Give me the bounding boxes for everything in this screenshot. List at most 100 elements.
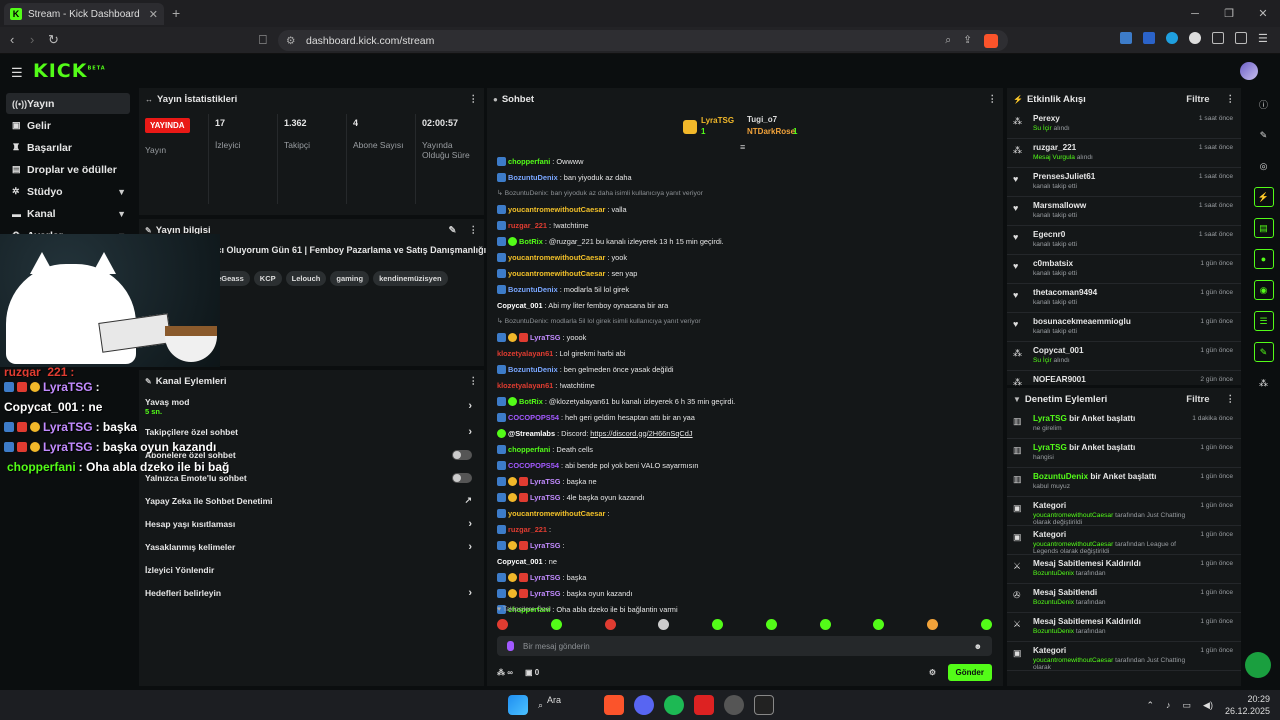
pencil-icon[interactable]: ✎ — [1254, 125, 1274, 145]
activity-user[interactable]: c0mbatsix — [1033, 259, 1077, 268]
emote-icon[interactable] — [927, 619, 939, 630]
audit-user[interactable]: LyraTSG — [1033, 414, 1069, 423]
new-tab-icon[interactable]: + — [172, 5, 180, 21]
chat-username[interactable]: youcantromewithoutCaesar — [508, 253, 605, 262]
activity-user[interactable]: Egecnr0 — [1033, 230, 1077, 239]
taskbar-search[interactable]: ⌕ Ara — [538, 695, 594, 715]
activity-user[interactable]: Perexy — [1033, 114, 1070, 123]
more-options-icon[interactable]: ⋮ — [1226, 394, 1236, 405]
emote-icon[interactable] — [873, 619, 885, 630]
windows-start-icon[interactable] — [508, 695, 528, 715]
browser-tab[interactable]: K Stream - Kick Dashboard ✕ — [4, 3, 164, 25]
audit-sub-user[interactable]: BozuntuDenix — [1033, 570, 1076, 577]
sidebar-item-studio[interactable]: ✲ Stüdyo ▼ — [6, 181, 130, 202]
activity-user[interactable]: Copycat_001 — [1033, 346, 1084, 355]
expand-icon[interactable]: ≡ — [740, 142, 745, 152]
audit-sub-user[interactable]: youcantromewithoutCaesar — [1033, 541, 1115, 548]
chat-username[interactable]: BozuntuDenix — [508, 285, 558, 294]
support-chat-button[interactable] — [1245, 652, 1271, 678]
action-banned-words[interactable]: Yasaklanmış kelimeler › — [145, 535, 478, 558]
chat-username[interactable]: klozetyalayan61 — [497, 349, 553, 358]
chat-username[interactable]: LyraTSG — [530, 541, 561, 550]
more-options-icon[interactable]: ⋮ — [469, 94, 479, 105]
forward-icon[interactable]: › — [30, 32, 34, 47]
emote-icon[interactable] — [980, 619, 992, 630]
address-bar[interactable]: ⚙ dashboard.kick.com/stream ⌕ ⇪ — [278, 30, 1008, 51]
sidebar-item-stream[interactable]: ((•)) Yayın — [6, 93, 130, 114]
more-options-icon[interactable]: ⋮ — [469, 376, 479, 387]
gift-counter-icon[interactable]: ▣ 0 — [525, 668, 539, 677]
chat-username[interactable]: BozuntuDenix — [508, 173, 558, 182]
chat-username[interactable]: Copycat_001 — [497, 557, 543, 566]
chat-link[interactable]: https://discord.gg/2H66nSqCdJ — [590, 429, 692, 438]
emote-icon[interactable] — [604, 619, 616, 630]
discord-icon[interactable] — [634, 695, 654, 715]
community-icon[interactable]: ⁂ — [1254, 373, 1274, 393]
zoom-icon[interactable]: ⌕ — [945, 34, 951, 48]
sidebar-item-achievements[interactable]: ♜ Başarılar — [6, 137, 130, 158]
sidebar-item-drops[interactable]: ▤ Droplar ve ödüller — [6, 159, 130, 180]
emote-icon[interactable] — [765, 619, 777, 630]
broadcast-icon[interactable]: ◉ — [1253, 280, 1274, 300]
epic-games-icon[interactable] — [754, 695, 774, 715]
chat-username[interactable]: COCOPOPS54 — [508, 413, 559, 422]
chat-username[interactable]: LyraTSG — [530, 589, 561, 598]
action-ai-moderation[interactable]: Yapay Zeka ile Sohbet Denetimi ↗ — [145, 489, 478, 512]
chat-username[interactable]: LyraTSG — [530, 477, 561, 486]
sidebar-icon[interactable] — [1235, 32, 1247, 44]
translate-icon[interactable] — [1120, 32, 1132, 44]
lightning-icon[interactable]: ⚡ — [1253, 187, 1274, 207]
emote-icon[interactable] — [712, 619, 724, 630]
brave-shield-icon[interactable] — [984, 33, 998, 48]
chat-username[interactable]: youcantromewithoutCaesar — [508, 269, 605, 278]
user-avatar[interactable] — [1240, 62, 1258, 80]
chat-username[interactable]: klozetyalayan61 — [497, 381, 553, 390]
gear-icon[interactable]: ⚙ — [929, 668, 936, 677]
chat-username[interactable]: LyraTSG — [530, 493, 561, 502]
action-goals[interactable]: Hedefleri belirleyin › — [145, 581, 478, 604]
chat-username[interactable]: LyraTSG — [530, 333, 561, 342]
kick-logo[interactable]: KICKBETA — [33, 60, 106, 82]
points-icon[interactable]: ⁂ ∞ — [497, 668, 513, 677]
emote-icon[interactable] — [819, 619, 831, 630]
volume-icon[interactable]: ◀) — [1203, 700, 1213, 711]
obs-icon[interactable] — [724, 695, 744, 715]
spotify-icon[interactable] — [664, 695, 684, 715]
monitor-icon[interactable]: ▭ — [1183, 700, 1192, 711]
toggle[interactable] — [452, 472, 472, 483]
chevron-up-icon[interactable]: ⌃ — [1146, 700, 1154, 711]
poll-icon[interactable]: ▤ — [1253, 218, 1274, 238]
audit-sub-user[interactable]: BozuntuDenix — [1033, 599, 1076, 606]
clock[interactable]: 20:29 26.12.2025 — [1225, 693, 1270, 717]
extensions-icon[interactable] — [1212, 32, 1224, 44]
action-raid[interactable]: İzleyici Yönlendir — [145, 558, 478, 581]
more-options-icon[interactable]: ⋮ — [469, 225, 479, 236]
chat-username[interactable]: COCOPOPS54 — [508, 461, 559, 470]
toggle[interactable] — [452, 449, 472, 460]
camera-icon[interactable]: ◎ — [1254, 156, 1274, 176]
chat-username[interactable]: youcantromewithoutCaesar — [508, 509, 605, 518]
chat-username[interactable]: youcantromewithoutCaesar — [508, 205, 605, 214]
filter-button[interactable]: Filtre — [1186, 94, 1209, 105]
emoji-icon[interactable]: ☻ — [974, 642, 982, 651]
extension-icon[interactable] — [1189, 32, 1201, 44]
chat-username[interactable]: LyraTSG — [530, 573, 561, 582]
emote-icon[interactable] — [550, 619, 562, 630]
more-options-icon[interactable]: ⋮ — [988, 94, 998, 105]
extension-icon[interactable] — [1166, 32, 1178, 44]
chat-username[interactable]: ruzgar_221 — [508, 525, 547, 534]
site-settings-icon[interactable]: ⚙ — [286, 35, 295, 47]
sidebar-item-channel[interactable]: ▬ Kanal ▼ — [6, 203, 130, 224]
hamburger-menu-icon[interactable]: ☰ — [11, 65, 23, 81]
extension-icon[interactable] — [1143, 32, 1155, 44]
send-button[interactable]: Gönder — [947, 663, 992, 681]
chat-username[interactable]: @Streamlabs — [508, 429, 555, 438]
bookmark-icon[interactable]: ⎕ — [259, 32, 267, 48]
audit-sub-user[interactable]: youcantromewithoutCaesar — [1033, 657, 1115, 664]
info-icon[interactable]: ⓘ — [1254, 94, 1274, 114]
share-icon[interactable]: ⇪ — [963, 34, 972, 48]
reload-icon[interactable]: ↻ — [48, 32, 59, 48]
chat-input[interactable]: Bir mesaj gönderin ☻ — [497, 636, 992, 656]
wrench-icon[interactable]: ✎ — [1253, 342, 1274, 362]
chat-username[interactable]: ruzgar_221 — [508, 221, 547, 230]
